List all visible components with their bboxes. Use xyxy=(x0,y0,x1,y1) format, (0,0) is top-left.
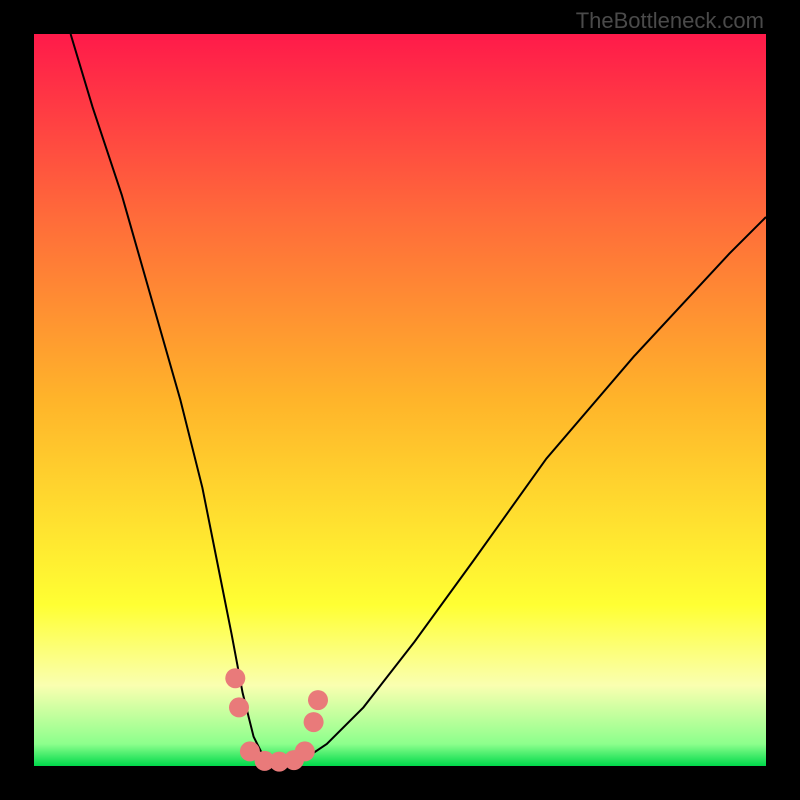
marker-point xyxy=(229,697,249,717)
marker-point xyxy=(225,668,245,688)
chart-frame: TheBottleneck.com xyxy=(0,0,800,800)
bottleneck-curve xyxy=(71,34,766,762)
marker-point xyxy=(308,690,328,710)
watermark-text: TheBottleneck.com xyxy=(576,8,764,34)
marker-point xyxy=(295,741,315,761)
chart-svg xyxy=(34,34,766,766)
marker-point xyxy=(304,712,324,732)
plot-area xyxy=(34,34,766,766)
marker-group xyxy=(225,668,328,771)
